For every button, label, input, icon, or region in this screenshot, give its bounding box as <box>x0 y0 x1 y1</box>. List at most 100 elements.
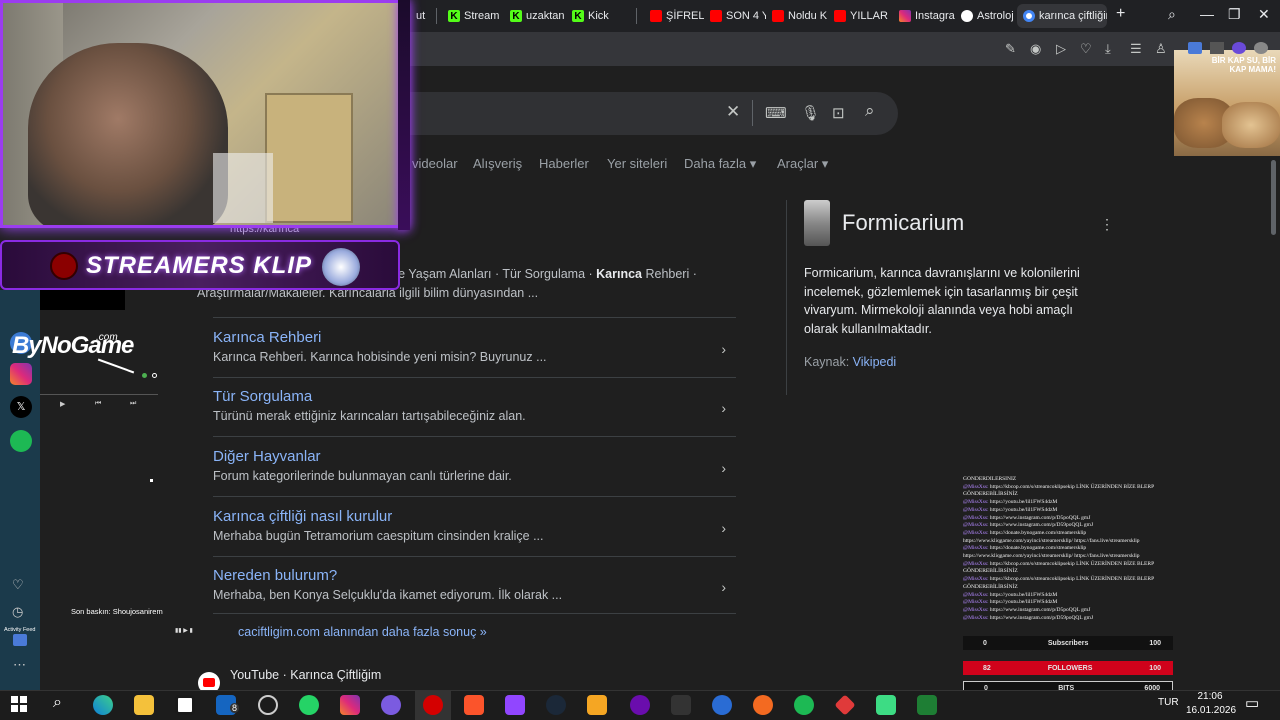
new-tab-icon[interactable]: + <box>1116 5 1125 23</box>
tab-separator <box>436 8 437 24</box>
youtube-result-source[interactable]: YouTube · Karınca Çiftliğim <box>230 668 381 682</box>
epic-games-icon[interactable] <box>671 695 691 715</box>
obs-icon[interactable] <box>630 695 650 715</box>
extension-icon[interactable] <box>1210 42 1224 54</box>
ea-icon[interactable] <box>753 695 773 715</box>
tab-partial[interactable]: ut <box>410 4 432 28</box>
store-icon[interactable] <box>175 695 195 715</box>
more-results-link[interactable]: caciftligim.com alanından daha fazla son… <box>238 625 487 639</box>
opera-icon[interactable] <box>423 695 443 715</box>
download-icon[interactable]: ⤓ <box>1105 41 1111 57</box>
tab-alisveris[interactable]: Alışveriş <box>473 156 522 171</box>
profile-icon[interactable]: ♙ <box>1155 41 1167 57</box>
close-window-icon[interactable]: ✕ <box>1258 6 1270 23</box>
search-taskbar-icon[interactable]: ⌕ <box>53 694 62 712</box>
tab-daha-fazla[interactable]: Daha fazla ▾ <box>684 156 756 172</box>
vikipedi-link[interactable]: Vikipedi <box>853 355 897 369</box>
tab-son-4[interactable]: SON 4 Y <box>704 4 766 28</box>
x-icon[interactable]: 𝕏 <box>10 396 32 418</box>
search-tabs-icon[interactable]: ⌕ <box>1168 6 1176 23</box>
extension-icon[interactable] <box>1232 42 1246 54</box>
sitelink-title[interactable]: Diğer Hayvanlar <box>213 448 736 465</box>
language-indicator[interactable]: TUR <box>1158 697 1179 708</box>
rockstar-icon[interactable] <box>587 695 607 715</box>
sitelink-divider <box>213 556 736 557</box>
camera-icon[interactable]: ◉ <box>1030 41 1041 57</box>
extension-icon[interactable] <box>1188 42 1202 54</box>
tab-noldu[interactable]: Noldu K <box>766 4 828 28</box>
heart-icon[interactable]: ♡ <box>12 577 24 593</box>
sitelink-title[interactable]: Tür Sorgulama <box>213 388 736 405</box>
network-app-icon[interactable] <box>712 695 732 715</box>
history-icon[interactable]: ◷ <box>12 604 23 620</box>
sitelink-nereden-bulurum[interactable]: Nereden bulurum? Merhaba, ben Konya Selç… <box>213 567 736 602</box>
file-explorer-icon[interactable] <box>134 695 154 715</box>
play-icon[interactable]: ▶ <box>60 400 65 408</box>
webcam-frame-edge <box>398 0 410 230</box>
activity-controls[interactable]: ▮▮ ▶ ▮ <box>175 627 193 634</box>
chat-text: https://donate.bynogame.com/streamerskli… <box>989 545 1087 552</box>
spotify-taskbar-icon[interactable] <box>794 695 814 715</box>
next-icon[interactable]: ⏭ <box>130 400 136 408</box>
previous-icon[interactable]: ⏮ <box>95 400 101 408</box>
instagram-icon[interactable] <box>10 363 32 385</box>
spotify-icon[interactable] <box>10 430 32 452</box>
tab-haberler[interactable]: Haberler <box>539 156 589 171</box>
restore-icon[interactable]: ❐ <box>1228 6 1241 23</box>
microphone-icon[interactable]: 🎙 <box>801 104 820 122</box>
tab-astroloji[interactable]: Astroloj <box>955 4 1017 28</box>
sitelink-nasil-kurulur[interactable]: Karınca çiftliği nasıl kurulur Merhaba b… <box>213 508 736 543</box>
more-options-icon[interactable]: ⋮ <box>1100 216 1114 233</box>
lens-icon[interactable]: ⊡ <box>832 104 845 122</box>
sitelink-divider <box>213 377 736 378</box>
excel-icon[interactable] <box>917 695 937 715</box>
tab-sifreli[interactable]: ŞİFRELİ <box>644 4 704 28</box>
sitelink-snippet: Karınca Rehberi. Karınca hobisinde yeni … <box>213 350 547 364</box>
edge-icon[interactable] <box>93 695 113 715</box>
search-input[interactable] <box>380 92 898 135</box>
sitelink-title[interactable]: Karınca Rehberi <box>213 329 736 346</box>
steam-icon[interactable] <box>546 695 566 715</box>
heart-icon[interactable]: ♡ <box>1080 41 1092 57</box>
send-icon[interactable]: ▷ <box>1056 41 1066 57</box>
brave-icon[interactable] <box>464 695 484 715</box>
chat-overlay: GÖNDERDİLERSİNİZ @MissXss: https://kbcop.… <box>963 476 1173 634</box>
twitch-icon[interactable] <box>505 695 525 715</box>
scrollbar-thumb[interactable] <box>1271 160 1276 235</box>
sitelink-diger-hayvanlar[interactable]: Diğer Hayvanlar Forum kategorilerinde bu… <box>213 448 736 483</box>
tab-uzaktan[interactable]: Kuzaktan <box>504 4 566 28</box>
speedtest-icon[interactable] <box>258 695 278 715</box>
tab-stream[interactable]: K Stream <box>442 4 504 28</box>
sitelink-tur-sorgulama[interactable]: Tür Sorgulama Türünü merak ettiğiniz kar… <box>213 388 736 423</box>
tab-kick[interactable]: K Kick <box>566 4 630 28</box>
sitelink-title[interactable]: Nereden bulurum? <box>213 567 736 584</box>
tab-araclar[interactable]: Araçlar ▾ <box>777 156 828 172</box>
more-icon[interactable]: ⋯ <box>13 657 26 673</box>
windows-start-icon[interactable] <box>11 696 27 712</box>
messenger-taskbar-icon[interactable] <box>381 695 401 715</box>
menu-icon[interactable]: ☰ <box>1130 41 1142 57</box>
sitelink-title[interactable]: Karınca çiftliği nasıl kurulur <box>213 508 736 525</box>
outlook-icon[interactable] <box>13 634 27 646</box>
tab-videolar[interactable]: videolar <box>412 156 458 171</box>
app-icon[interactable] <box>876 695 896 715</box>
formicarium-image[interactable] <box>804 200 830 246</box>
sitelink-karinca-rehberi[interactable]: Karınca Rehberi Karınca Rehberi. Karınca… <box>213 329 736 364</box>
notifications-icon[interactable]: ▭ <box>1245 694 1259 712</box>
tab-yer-siteleri[interactable]: Yer siteleri <box>607 156 667 171</box>
tab-instagram[interactable]: Instagra <box>893 4 955 28</box>
tab-yillar[interactable]: YILLAR <box>828 4 892 28</box>
keyboard-icon[interactable]: ⌨ <box>765 104 787 122</box>
clear-icon[interactable]: ✕ <box>726 102 740 122</box>
instagram-taskbar-icon[interactable] <box>340 695 360 715</box>
search-icon[interactable]: ⌕ <box>865 101 875 121</box>
clock-time[interactable]: 21:06 <box>1195 691 1225 702</box>
clock-date[interactable]: 16.01.2026 <box>1186 705 1236 716</box>
whatsapp-icon[interactable] <box>299 695 319 715</box>
minimize-icon[interactable]: — <box>1200 6 1214 22</box>
tab-karinca-ciftligim[interactable]: karınca çiftliğim <box>1017 4 1107 28</box>
edit-icon[interactable]: ✎ <box>1005 41 1016 57</box>
ad-banner[interactable]: BİR KAP SU, BİR KAP MAMA! <box>1174 50 1280 156</box>
extension-icon[interactable] <box>1254 42 1268 54</box>
tab-label: YILLAR <box>850 10 888 22</box>
